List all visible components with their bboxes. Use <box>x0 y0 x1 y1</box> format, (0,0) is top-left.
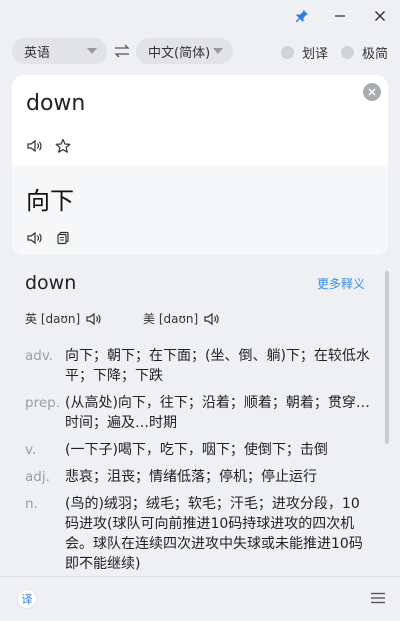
chevron-down-icon <box>213 48 223 54</box>
definition-item: n. (鸟的)绒羽；绒毛；软毛；汗毛；进攻分段，10码进攻(球队可向前推进10码… <box>25 494 371 574</box>
clear-input-button[interactable] <box>363 83 381 101</box>
selection-translate-label: 划译 <box>302 47 329 62</box>
definition-item: adv. 向下；朝下；在下面；(坐、倒、躺)下；在较低水平；下降；下跌 <box>25 346 371 386</box>
definition-text: (从高处)向下，往下；沿着；顺着；朝着；贯穿…时间；遍及…时期 <box>65 395 370 431</box>
speaker-icon[interactable] <box>198 312 220 326</box>
title-bar <box>0 0 400 32</box>
part-of-speech: v. <box>25 442 37 458</box>
speaker-icon[interactable] <box>80 312 102 326</box>
dictionary-panel: down 更多释义 英 [daʊn] 美 [daʊn] adv. 向下；朝下；在… <box>0 262 400 576</box>
more-definitions-link[interactable]: 更多释义 <box>317 275 365 292</box>
speaker-icon[interactable] <box>26 229 44 247</box>
part-of-speech: adj. <box>25 469 50 485</box>
part-of-speech: adv. <box>25 348 54 364</box>
close-icon[interactable] <box>370 6 390 26</box>
definition-text: 悲哀；沮丧；情绪低落；停机；停止运行 <box>65 469 317 485</box>
minimal-mode-toggle[interactable]: 极简 <box>341 43 388 62</box>
hamburger-menu-icon[interactable] <box>370 590 386 606</box>
part-of-speech: n. <box>25 496 38 512</box>
translation-card: down 向下 <box>12 75 388 255</box>
minimize-icon[interactable] <box>330 6 350 26</box>
definition-text: (一下子)喝下，吃下，咽下；使倒下；击倒 <box>65 442 328 458</box>
definition-text: 向下；朝下；在下面；(坐、倒、躺)下；在较低水平；下降；下跌 <box>65 348 370 384</box>
translated-text: 向下 <box>26 187 74 215</box>
pin-icon[interactable] <box>292 6 312 26</box>
definition-item: adj. 悲哀；沮丧；情绪低落；停机；停止运行 <box>25 467 371 487</box>
uk-pronunciation: 英 [daʊn] <box>25 310 102 327</box>
minimal-mode-label: 极简 <box>362 47 389 62</box>
source-language-label: 英语 <box>24 45 51 61</box>
copy-icon[interactable] <box>54 229 72 247</box>
target-language-select[interactable]: 中文(简体) <box>136 38 233 64</box>
target-language-label: 中文(简体) <box>148 45 211 61</box>
definition-text: (鸟的)绒羽；绒毛；软毛；汗毛；进攻分段，10码进攻(球队可向前推进10码持球进… <box>65 496 363 572</box>
star-icon[interactable] <box>54 137 72 155</box>
uk-phonetic: 英 [daʊn] <box>25 312 81 326</box>
swap-icon[interactable] <box>114 44 130 58</box>
definition-item: v. (一下子)喝下，吃下，咽下；使倒下；击倒 <box>25 440 371 460</box>
toggle-indicator <box>281 46 294 59</box>
definition-item: prep. (从高处)向下，往下；沿着；顺着；朝着；贯穿…时间；遍及…时期 <box>25 393 371 433</box>
dictionary-word: down <box>25 272 77 294</box>
app-logo-text: 译 <box>21 593 33 606</box>
us-pronunciation: 美 [daʊn] <box>143 310 220 327</box>
chevron-down-icon <box>87 48 97 54</box>
speaker-icon[interactable] <box>26 137 44 155</box>
footer-bar: 译 <box>0 576 400 621</box>
definition-list: adv. 向下；朝下；在下面；(坐、倒、躺)下；在较低水平；下降；下跌 prep… <box>25 346 371 576</box>
source-language-select[interactable]: 英语 <box>12 38 107 64</box>
scrollbar-thumb[interactable] <box>385 271 389 444</box>
selection-translate-toggle[interactable]: 划译 <box>281 43 328 62</box>
us-phonetic: 美 [daʊn] <box>143 312 199 326</box>
part-of-speech: prep. <box>25 395 60 411</box>
toggle-indicator <box>341 46 354 59</box>
app-logo-icon[interactable]: 译 <box>17 589 37 609</box>
source-text-input[interactable]: down <box>26 91 85 116</box>
